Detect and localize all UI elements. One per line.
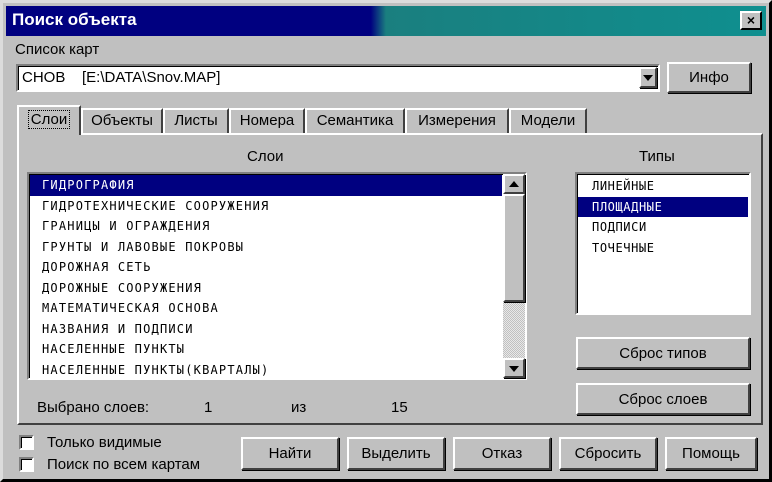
selected-layers-count: 1 [204,399,213,416]
tab-models[interactable]: Модели [509,108,587,134]
cancel-button[interactable]: Отказ [453,437,551,470]
layer-list-item[interactable]: НАЗВАНИЯ И ПОДПИСИ [30,319,502,340]
search-object-window: Поиск объекта × Список карт СНОВ [E:\DAT… [0,0,772,482]
only-visible-label: Только видимые [47,434,162,451]
select-button[interactable]: Выделить [347,437,445,470]
maps-combobox-dropdown[interactable] [639,67,657,88]
types-header: Типы [639,148,675,165]
reset-button[interactable]: Сбросить [559,437,657,470]
type-list-item[interactable]: ПОДПИСИ [578,217,748,238]
tab-layers[interactable]: Слои [17,105,81,135]
layers-header: Слои [247,148,284,165]
search-all-maps-label: Поиск по всем картам [47,456,201,473]
info-button[interactable]: Инфо [667,62,751,93]
type-list-item[interactable]: ПЛОЩАДНЫЕ [578,196,748,217]
tab-numbers[interactable]: Номера [229,108,305,134]
help-button[interactable]: Помощь [665,437,757,470]
layer-list-item[interactable]: НАСЕЛЕННЫЕ ПУНКТЫ [30,339,502,360]
tab-measurements[interactable]: Измерения [405,108,509,134]
layer-list-item[interactable]: ГИДРОТЕХНИЧЕСКИЕ СООРУЖЕНИЯ [30,196,502,217]
of-label: из [291,399,307,416]
only-visible-checkbox[interactable] [19,435,34,450]
search-all-maps-checkbox[interactable] [19,457,34,472]
layers-panel: Слои Типы ГИДРОГРАФИЯ ГИДРОТЕХНИЧЕСКИЕ СО… [17,133,763,425]
maps-combobox[interactable]: СНОВ [E:\DATA\Snov.MAP] [16,64,660,92]
find-button[interactable]: Найти [241,437,339,470]
scroll-thumb[interactable] [503,194,525,302]
layer-list-item[interactable]: ГИДРОГРАФИЯ [30,175,502,196]
title-bar[interactable]: Поиск объекта × [6,6,766,36]
maps-combobox-value: СНОВ [E:\DATA\Snov.MAP] [22,69,221,86]
layer-list-item[interactable]: ДОРОЖНЫЕ СООРУЖЕНИЯ [30,278,502,299]
layer-list-item[interactable]: МАТЕМАТИЧЕСКАЯ ОСНОВА [30,298,502,319]
layer-list-item[interactable]: ГРУНТЫ И ЛАВОВЫЕ ПОКРОВЫ [30,237,502,258]
layers-listbox[interactable]: ГИДРОГРАФИЯ ГИДРОТЕХНИЧЕСКИЕ СООРУЖЕНИЯ ГР… [27,172,527,380]
scroll-up-button[interactable] [503,174,525,194]
close-button[interactable]: × [740,11,762,30]
tab-layers-label: Слои [27,110,71,129]
tab-sheets[interactable]: Листы [163,108,229,134]
type-list-item[interactable]: ТОЧЕЧНЫЕ [578,238,748,259]
scroll-down-button[interactable] [503,358,525,378]
maps-list-label: Список карт [15,41,100,58]
layers-list: ГИДРОГРАФИЯ ГИДРОТЕХНИЧЕСКИЕ СООРУЖЕНИЯ ГР… [30,175,502,380]
close-icon: × [746,12,756,28]
total-layers-count: 15 [391,399,408,416]
window-title: Поиск объекта [12,10,137,29]
tab-objects[interactable]: Объекты [81,108,163,134]
type-list-item[interactable]: ЛИНЕЙНЫЕ [578,176,748,197]
arrow-up-icon [509,181,519,187]
tab-semantics[interactable]: Семантика [305,108,405,134]
types-list: ЛИНЕЙНЫЕ ПЛОЩАДНЫЕ ПОДПИСИ ТОЧЕЧНЫЕ [578,176,748,258]
layers-scrollbar[interactable] [503,174,525,378]
reset-types-button[interactable]: Сброс типов [576,337,750,369]
selected-layers-label: Выбрано слоев: [37,399,150,416]
reset-layers-button[interactable]: Сброс слоев [576,383,750,415]
types-listbox[interactable]: ЛИНЕЙНЫЕ ПЛОЩАДНЫЕ ПОДПИСИ ТОЧЕЧНЫЕ [575,172,751,315]
chevron-down-icon [643,75,653,81]
layer-list-item[interactable]: НАСЕЛЕННЫЕ ПУНКТЫ(КВАРТАЛЫ) [30,360,502,381]
layer-list-item[interactable]: ДОРОЖНАЯ СЕТЬ [30,257,502,278]
layer-list-item[interactable]: ГРАНИЦЫ И ОГРАЖДЕНИЯ [30,216,502,237]
arrow-down-icon [509,366,519,372]
